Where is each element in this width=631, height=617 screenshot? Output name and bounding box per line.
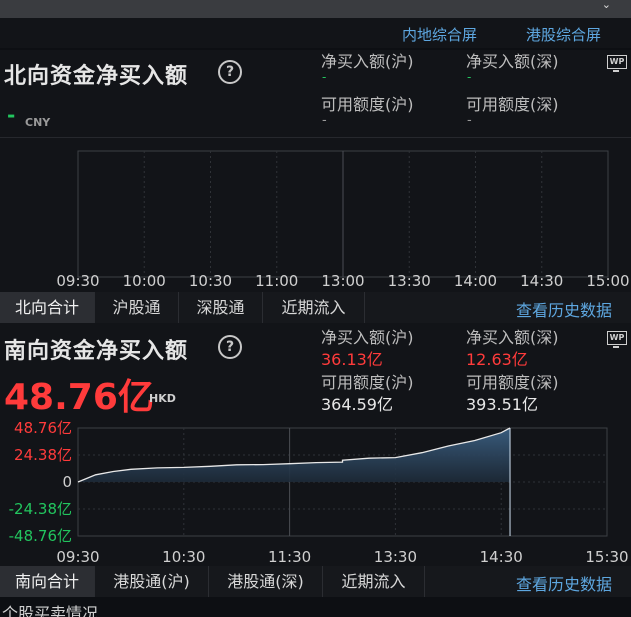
south-net-buy-sz-label: 净买入额(深) xyxy=(466,328,559,347)
tab-north-sz[interactable]: 深股通 xyxy=(179,292,263,323)
north-wp-icon[interactable]: WP xyxy=(607,55,627,72)
south-x-tick-label: 13:30 xyxy=(374,548,417,566)
north-quota-sh-label: 可用额度(沪) xyxy=(321,95,414,114)
south-tab-bar: 南向合计 港股通(沪) 港股通(深) 近期流入 查看历史数据 xyxy=(0,566,631,597)
tab-south-recent[interactable]: 近期流入 xyxy=(323,566,425,597)
north-chart: 09:30 10:00 10:30 11:00 13:00 13:30 14:00 14:30… xyxy=(56,150,630,290)
south-x-tick-label: 14:30 xyxy=(480,548,523,566)
north-quota-sh-value: - xyxy=(322,113,327,128)
tab-south-total[interactable]: 南向合计 xyxy=(0,566,95,597)
north-x-tick-label: 14:30 xyxy=(520,272,563,290)
south-currency: HKD xyxy=(149,392,176,405)
south-history-link[interactable]: 查看历史数据 xyxy=(516,571,612,595)
footer-section-title: 个股买卖情况 xyxy=(2,604,99,617)
south-quota-sz-label: 可用额度(深) xyxy=(466,373,559,392)
south-net-buy-sh-value: 36.13亿 xyxy=(321,350,383,369)
south-quota-sz-value: 393.51亿 xyxy=(466,395,538,414)
north-net-buy-sz-value: - xyxy=(467,70,472,84)
north-history-link[interactable]: 查看历史数据 xyxy=(516,297,612,321)
north-x-tick-label: 13:30 xyxy=(388,272,431,290)
north-net-buy-sh-label: 净买入额(沪) xyxy=(321,52,414,71)
north-help-icon[interactable]: ? xyxy=(218,60,242,84)
north-x-tick-label: 10:00 xyxy=(123,272,166,290)
south-y-tick-label: -24.38亿 xyxy=(9,500,72,518)
north-x-tick-label: 13:00 xyxy=(321,272,364,290)
south-y-tick-label: 24.38亿 xyxy=(14,446,72,464)
south-y-tick-label: 48.76亿 xyxy=(14,419,72,437)
north-currency: CNY xyxy=(25,116,51,129)
south-y-tick-label: 0 xyxy=(62,473,72,491)
south-x-tick-label: 10:30 xyxy=(162,548,205,566)
north-x-tick-label: 10:30 xyxy=(189,272,232,290)
footer-bar: 个股买卖情况 xyxy=(0,598,631,617)
chevron-down-icon[interactable]: ⌄ xyxy=(602,0,611,10)
north-net-buy-sz-label: 净买入额(深) xyxy=(466,52,559,71)
tab-north-total[interactable]: 北向合计 xyxy=(0,292,95,323)
tab-south-sz[interactable]: 港股通(深) xyxy=(209,566,323,597)
tab-north-recent[interactable]: 近期流入 xyxy=(263,292,365,323)
south-x-tick-label: 09:30 xyxy=(56,548,99,566)
north-tab-bar: 北向合计 沪股通 深股通 近期流入 查看历史数据 xyxy=(0,292,631,323)
north-x-tick-label: 11:00 xyxy=(255,272,298,290)
north-title: 北向资金净买入额 xyxy=(4,64,189,89)
south-main-value: 48.76亿 xyxy=(4,377,154,418)
north-divider xyxy=(0,137,631,138)
south-quota-sh-label: 可用额度(沪) xyxy=(321,373,414,392)
tab-south-sh[interactable]: 港股通(沪) xyxy=(95,566,209,597)
top-strip xyxy=(0,0,631,18)
north-main-value: - xyxy=(7,103,16,127)
south-x-tick-label: 15:30 xyxy=(585,548,628,566)
north-x-tick-label: 15:00 xyxy=(586,272,629,290)
south-net-buy-sz-value: 12.63亿 xyxy=(466,350,528,369)
south-net-buy-sh-label: 净买入额(沪) xyxy=(321,328,414,347)
south-y-tick-label: -48.76亿 xyxy=(9,527,72,545)
south-title: 南向资金净买入额 xyxy=(4,339,189,364)
tab-north-sh[interactable]: 沪股通 xyxy=(95,292,179,323)
north-x-tick-label: 14:00 xyxy=(454,272,497,290)
screen-links-bar: 内地综合屏 港股综合屏 xyxy=(0,18,631,48)
mainland-screen-link[interactable]: 内地综合屏 xyxy=(402,24,477,45)
south-x-tick-label: 11:30 xyxy=(268,548,311,566)
south-chart: 48.76亿 24.38亿 0 -24.38亿 -48.76亿 09:30 10:30 11… xyxy=(9,419,629,566)
north-x-tick-label: 09:30 xyxy=(56,272,99,290)
north-quota-sz-label: 可用额度(深) xyxy=(466,95,559,114)
north-net-buy-sh-value: - xyxy=(322,70,327,84)
south-quota-sh-value: 364.59亿 xyxy=(321,395,393,414)
north-quota-sz-value: - xyxy=(467,113,472,128)
south-wp-icon[interactable]: WP xyxy=(607,331,627,348)
south-help-icon[interactable]: ? xyxy=(218,335,242,359)
hk-screen-link[interactable]: 港股综合屏 xyxy=(526,24,601,45)
